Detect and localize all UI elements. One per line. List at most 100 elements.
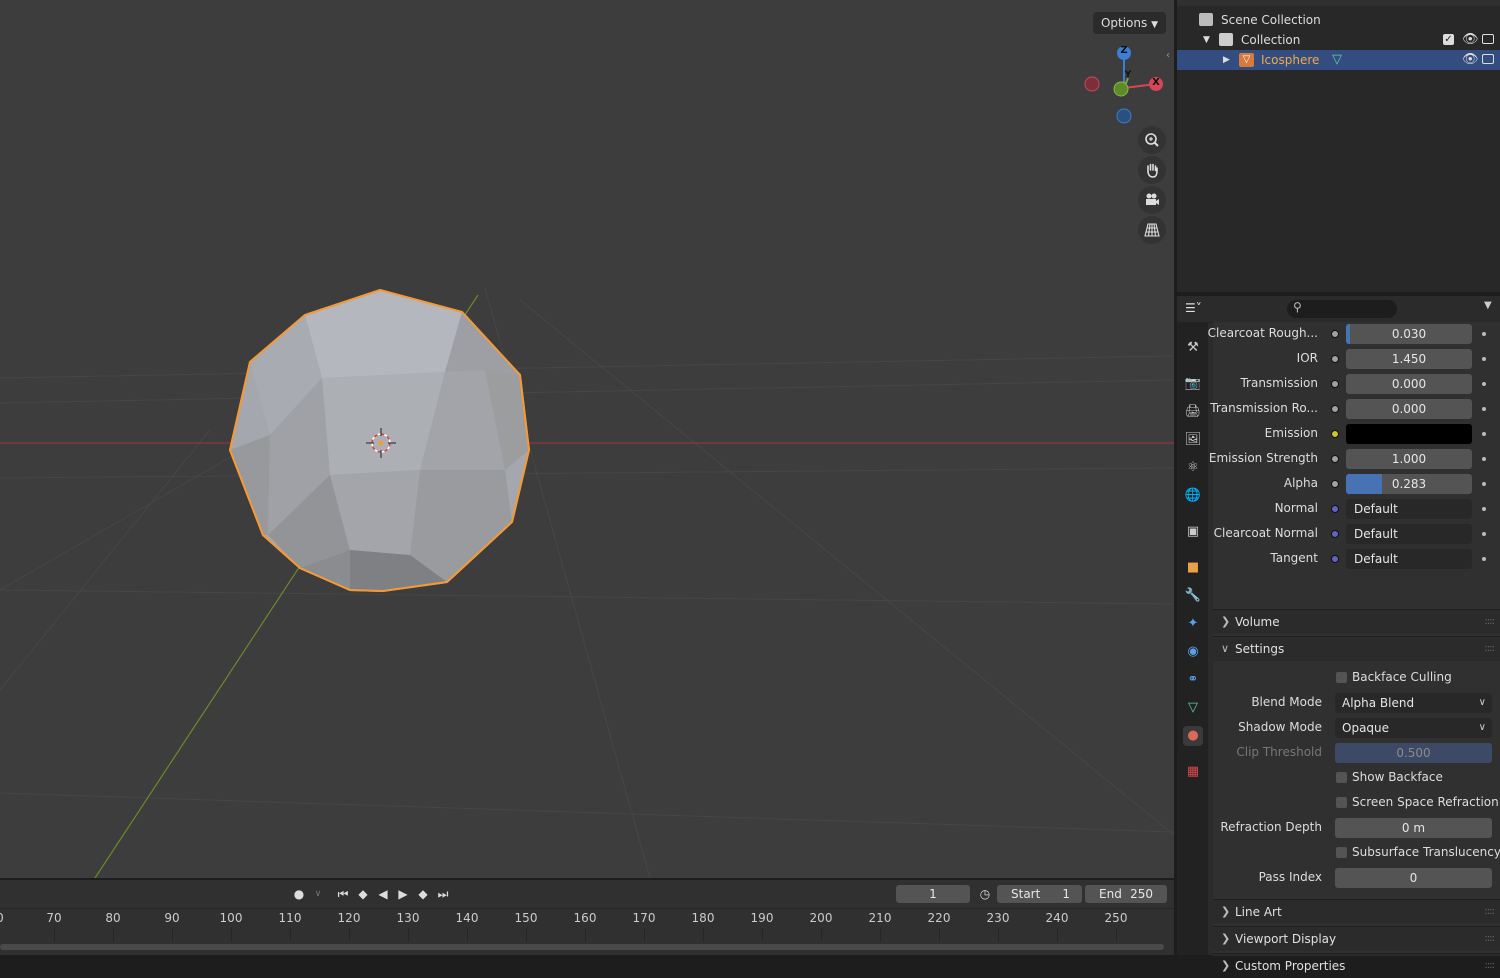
keyframe-dot-icon[interactable] (1482, 382, 1486, 386)
socket-icon[interactable] (1331, 355, 1339, 363)
socket-icon[interactable] (1331, 530, 1339, 538)
screen-space-refraction-checkbox[interactable] (1336, 797, 1347, 808)
pan-hand-icon[interactable] (1138, 156, 1166, 184)
socket-icon[interactable] (1331, 380, 1339, 388)
collection-icon[interactable]: ▣ (1183, 522, 1203, 542)
outliner-collection-row[interactable]: ▼ Collection ✓ 👁 (1177, 30, 1500, 50)
gizmo-y-label[interactable]: Y (1122, 70, 1134, 80)
tool-icon[interactable]: ⚒ (1183, 338, 1203, 358)
property-field[interactable]: 1.000 (1346, 449, 1472, 469)
object-icon[interactable]: ■ (1183, 558, 1203, 578)
collapse-arrow-icon[interactable]: ‹ (1166, 50, 1170, 61)
texture-icon[interactable]: ▦ (1183, 762, 1203, 782)
panel-viewport-display[interactable]: ❯ Viewport Display :::: (1213, 926, 1500, 951)
keyframe-dot-icon[interactable] (1482, 532, 1486, 536)
keyframe-dot-icon[interactable] (1482, 332, 1486, 336)
particles-icon[interactable]: ✦ (1183, 614, 1203, 634)
render-camera-icon[interactable] (1482, 54, 1494, 64)
eye-icon[interactable]: 👁 (1462, 30, 1479, 50)
gizmo-z-label[interactable]: Z (1118, 45, 1130, 56)
outliner-scene-collection-row[interactable]: Scene Collection (1177, 10, 1500, 30)
property-field[interactable]: 1.450 (1346, 349, 1472, 369)
pass-index-field[interactable]: 0 (1335, 868, 1492, 888)
drag-grip-icon[interactable]: :::: (1485, 637, 1496, 661)
color-swatch[interactable] (1346, 424, 1472, 444)
view-layer-icon[interactable]: 🖼 (1183, 430, 1203, 450)
properties-editor[interactable]: ☰˅ ⚲ ▼ ⚒ 📷 🖨 🖼 ⚛ 🌐 ▣ ■ 🔧 ✦ ◉ ⚭ ▽ ● ▦ Clearcoat Rough..… (1177, 296, 1500, 973)
property-field[interactable]: Default (1346, 499, 1472, 519)
zoom-icon[interactable] (1138, 126, 1166, 154)
eye-icon[interactable]: 👁 (1462, 50, 1479, 70)
search-input[interactable]: ⚲ (1287, 300, 1397, 318)
scene-icon[interactable]: ⚛ (1183, 458, 1203, 478)
socket-icon[interactable] (1331, 330, 1339, 338)
gizmo-x-label[interactable]: X (1150, 77, 1162, 88)
physics-icon[interactable]: ◉ (1183, 642, 1203, 662)
subsurface-translucency-checkbox[interactable] (1336, 847, 1347, 858)
camera-icon[interactable] (1138, 186, 1166, 214)
property-field[interactable]: 0.000 (1346, 374, 1472, 394)
panel-volume[interactable]: ❯ Volume :::: (1213, 609, 1500, 634)
output-icon[interactable]: 🖨 (1183, 402, 1203, 422)
backface-culling-row[interactable]: Backface Culling (1213, 666, 1500, 691)
drag-grip-icon[interactable]: :::: (1485, 954, 1496, 978)
keyframe-dot-icon[interactable] (1482, 407, 1486, 411)
expand-right-icon[interactable]: ▶ (1223, 50, 1230, 70)
data-icon[interactable]: ▽ (1183, 698, 1203, 718)
horizontal-scrollbar[interactable] (0, 944, 1164, 950)
expand-down-icon[interactable]: ▼ (1203, 30, 1210, 50)
socket-icon[interactable] (1331, 405, 1339, 413)
outliner-panel[interactable]: Scene Collection ▼ Collection ✓ 👁 ▶ ▽ Ic… (1177, 0, 1500, 292)
chevron-down-icon: ▼ (1151, 20, 1158, 30)
property-field[interactable]: Default (1346, 524, 1472, 544)
backface-culling-checkbox[interactable] (1336, 672, 1347, 683)
drag-grip-icon[interactable]: :::: (1485, 610, 1496, 634)
blend-mode-dropdown[interactable]: Alpha Blend ∨ (1335, 693, 1492, 713)
material-icon[interactable]: ● (1183, 726, 1203, 746)
property-field[interactable]: 0.000 (1346, 399, 1472, 419)
keyframe-dot-icon[interactable] (1482, 457, 1486, 461)
render-camera-icon[interactable] (1482, 34, 1494, 44)
refraction-depth-field[interactable]: 0 m (1335, 818, 1492, 838)
grid-view-icon[interactable] (1138, 216, 1166, 244)
editor-type-icon[interactable]: ☰˅ (1185, 301, 1209, 317)
outliner-header (1177, 0, 1500, 6)
chevron-down-icon[interactable]: ▼ (1484, 300, 1492, 311)
keyframe-dot-icon[interactable] (1482, 357, 1486, 361)
shadow-mode-label: Shadow Mode (1238, 720, 1322, 734)
world-icon[interactable]: 🌐 (1183, 486, 1203, 506)
render-icon[interactable]: 📷 (1183, 374, 1203, 394)
drag-grip-icon[interactable]: :::: (1485, 927, 1496, 951)
panel-line-art[interactable]: ❯ Line Art :::: (1213, 899, 1500, 924)
shadow-mode-dropdown[interactable]: Opaque ∨ (1335, 718, 1492, 738)
subsurface-translucency-row[interactable]: Subsurface Translucency (1213, 841, 1500, 866)
field-value: 1.450 (1391, 352, 1427, 366)
property-field[interactable]: Default (1346, 549, 1472, 569)
frame-tick-label: 220 (927, 911, 951, 925)
property-field[interactable]: 0.030 (1346, 324, 1472, 344)
keyframe-dot-icon[interactable] (1482, 482, 1486, 486)
options-dropdown[interactable]: Options ▼ (1092, 12, 1166, 34)
socket-icon[interactable] (1331, 480, 1339, 488)
constraints-icon[interactable]: ⚭ (1183, 670, 1203, 690)
panel-settings[interactable]: ∨ Settings :::: (1213, 636, 1500, 661)
3d-viewport[interactable]: Z X Y Options ▼ ‹ (0, 0, 1174, 878)
show-backface-row[interactable]: Show Backface (1213, 766, 1500, 791)
show-backface-checkbox[interactable] (1336, 772, 1347, 783)
property-field[interactable]: 0.283 (1346, 474, 1472, 494)
socket-icon[interactable] (1331, 455, 1339, 463)
timeline-editor[interactable]: ● ∨ ⏮ ◆ ◀ ▶ ◆ ⏭ 1 ◷ Start 1 End 250 70 80… (0, 880, 1174, 955)
keyframe-dot-icon[interactable] (1482, 507, 1486, 511)
keyframe-dot-icon[interactable] (1482, 557, 1486, 561)
socket-icon[interactable] (1331, 505, 1339, 513)
checkbox-icon[interactable]: ✓ (1443, 34, 1454, 45)
screen-space-refraction-row[interactable]: Screen Space Refraction (1213, 791, 1500, 816)
keyframe-dot-icon[interactable] (1482, 432, 1486, 436)
outliner-icosphere-row[interactable]: ▶ ▽ Icosphere ▽ 👁 (1177, 50, 1500, 70)
mesh-data-icon[interactable]: ▽ (1332, 50, 1342, 70)
drag-grip-icon[interactable]: :::: (1485, 900, 1496, 924)
socket-icon[interactable] (1331, 430, 1339, 438)
modifier-icon[interactable]: 🔧 (1183, 586, 1203, 606)
icosphere-label[interactable]: Icosphere (1261, 50, 1319, 70)
socket-icon[interactable] (1331, 555, 1339, 563)
